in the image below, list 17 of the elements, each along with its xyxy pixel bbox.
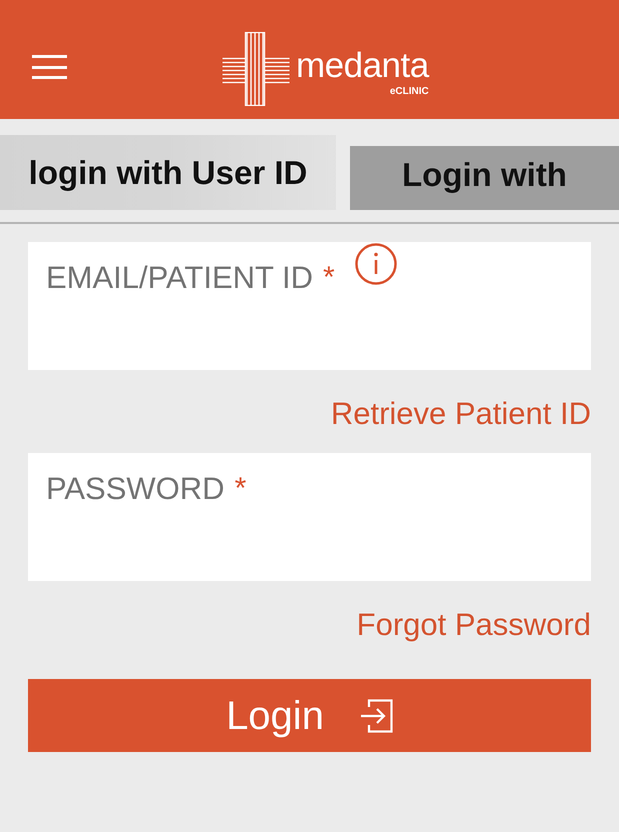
- required-mark: *: [234, 471, 246, 507]
- email-field[interactable]: EMAIL/PATIENT ID *: [28, 242, 591, 370]
- cross-logo-icon: [222, 32, 290, 106]
- info-icon[interactable]: [354, 243, 397, 285]
- login-tab[interactable]: login with User ID: [0, 135, 336, 210]
- password-field[interactable]: PASSWORD *: [28, 453, 591, 581]
- menu-icon[interactable]: [32, 55, 67, 79]
- logo-wordmark: medanta: [296, 48, 429, 84]
- field-label: PASSWORD: [46, 471, 225, 507]
- login-button[interactable]: Login: [28, 679, 591, 752]
- logo-subtitle: eCLINIC: [390, 86, 429, 98]
- forgot-password-link[interactable]: Forgot Password: [356, 607, 591, 643]
- login-icon: [360, 698, 393, 732]
- login-tab[interactable]: Login with: [350, 146, 619, 210]
- retrieve-id-link[interactable]: Retrieve Patient ID: [330, 396, 591, 432]
- field-label: EMAIL/PATIENT ID: [46, 260, 313, 296]
- required-mark: *: [323, 260, 335, 296]
